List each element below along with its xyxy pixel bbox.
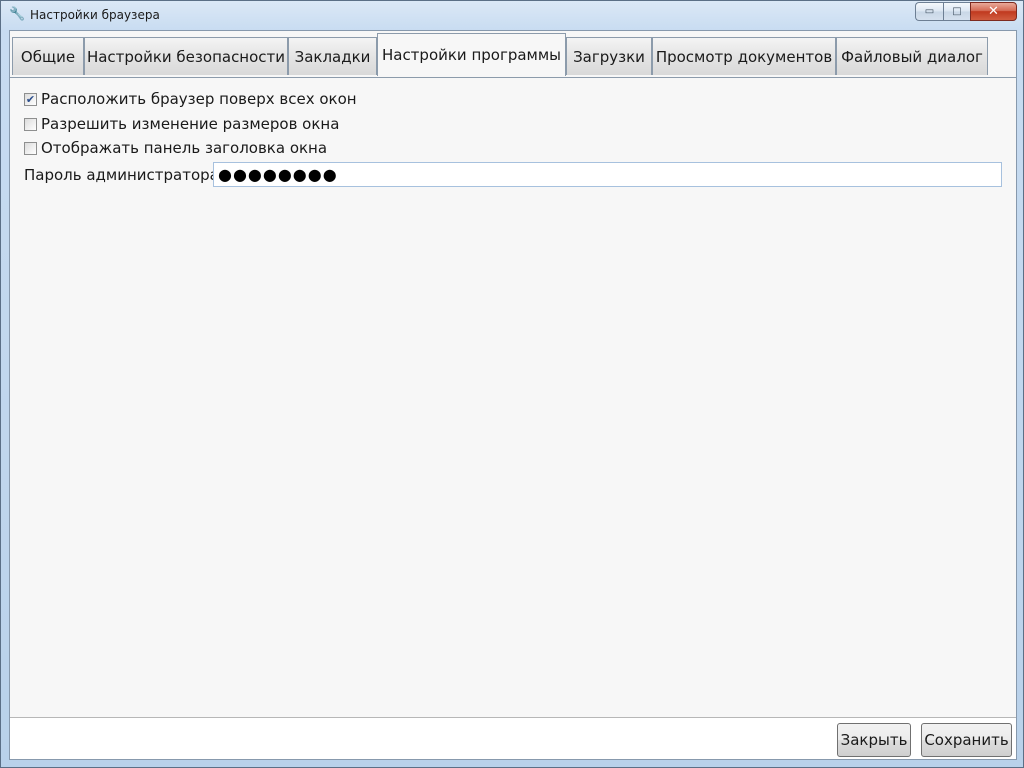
client-area: Общие Настройки безопасности Закладки На… [9,30,1017,760]
minimize-button[interactable]: ▭ [915,2,943,21]
tab-divider [10,77,1016,78]
show-titlebar-checkbox[interactable] [24,141,37,155]
close-button[interactable]: Закрыть [837,723,911,757]
always-on-top-option[interactable]: ✔ Расположить браузер поверх всех окон [24,90,357,108]
allow-resize-option[interactable]: Разрешить изменение размеров окна [24,115,339,133]
tab-security-settings[interactable]: Настройки безопасности [84,37,288,75]
tab-strip: Общие Настройки безопасности Закладки На… [10,33,1016,78]
close-icon: ✕ [988,4,999,19]
minimize-icon: ▭ [924,5,935,17]
show-titlebar-label: Отображать панель заголовка окна [41,139,328,157]
maximize-button[interactable]: □ [943,2,970,21]
window-title: Настройки браузера [30,8,160,22]
always-on-top-checkbox[interactable]: ✔ [24,92,37,106]
allow-resize-label: Разрешить изменение размеров окна [41,115,340,133]
tab-general[interactable]: Общие [12,37,84,75]
tab-label: Закладки [294,47,371,66]
title-bar[interactable]: 🔧 Настройки браузера ▭ □ ✕ [1,1,1023,29]
admin-password-value: ●●●●●●●● [218,165,338,184]
settings-window: 🔧 Настройки браузера ▭ □ ✕ Общие Настрой… [0,0,1024,768]
tab-file-dialog[interactable]: Файловый диалог [836,37,988,75]
tab-label: Общие [20,47,76,66]
wrench-icon: 🔧 [9,7,26,22]
maximize-icon: □ [952,5,962,17]
tab-document-viewer[interactable]: Просмотр документов [652,37,836,75]
tab-bookmarks[interactable]: Закладки [288,37,377,75]
tab-label: Просмотр документов [655,47,833,66]
admin-password-field[interactable]: ●●●●●●●● [213,162,1002,187]
close-window-button[interactable]: ✕ [970,2,1017,21]
tab-label: Загрузки [573,47,645,66]
tab-program-settings[interactable]: Настройки программы [377,33,566,76]
tab-label: Настройки безопасности [86,47,286,66]
show-titlebar-option[interactable]: Отображать панель заголовка окна [24,139,327,157]
caption-buttons: ▭ □ ✕ [915,2,1017,21]
tab-label: Настройки программы [381,46,562,64]
admin-password-label: Пароль администратора [24,166,219,184]
always-on-top-label: Расположить браузер поверх всех окон [41,90,357,108]
allow-resize-checkbox[interactable] [24,117,37,131]
save-button[interactable]: Сохранить [921,723,1012,757]
tab-downloads[interactable]: Загрузки [566,37,652,75]
tab-label: Файловый диалог [841,47,983,66]
